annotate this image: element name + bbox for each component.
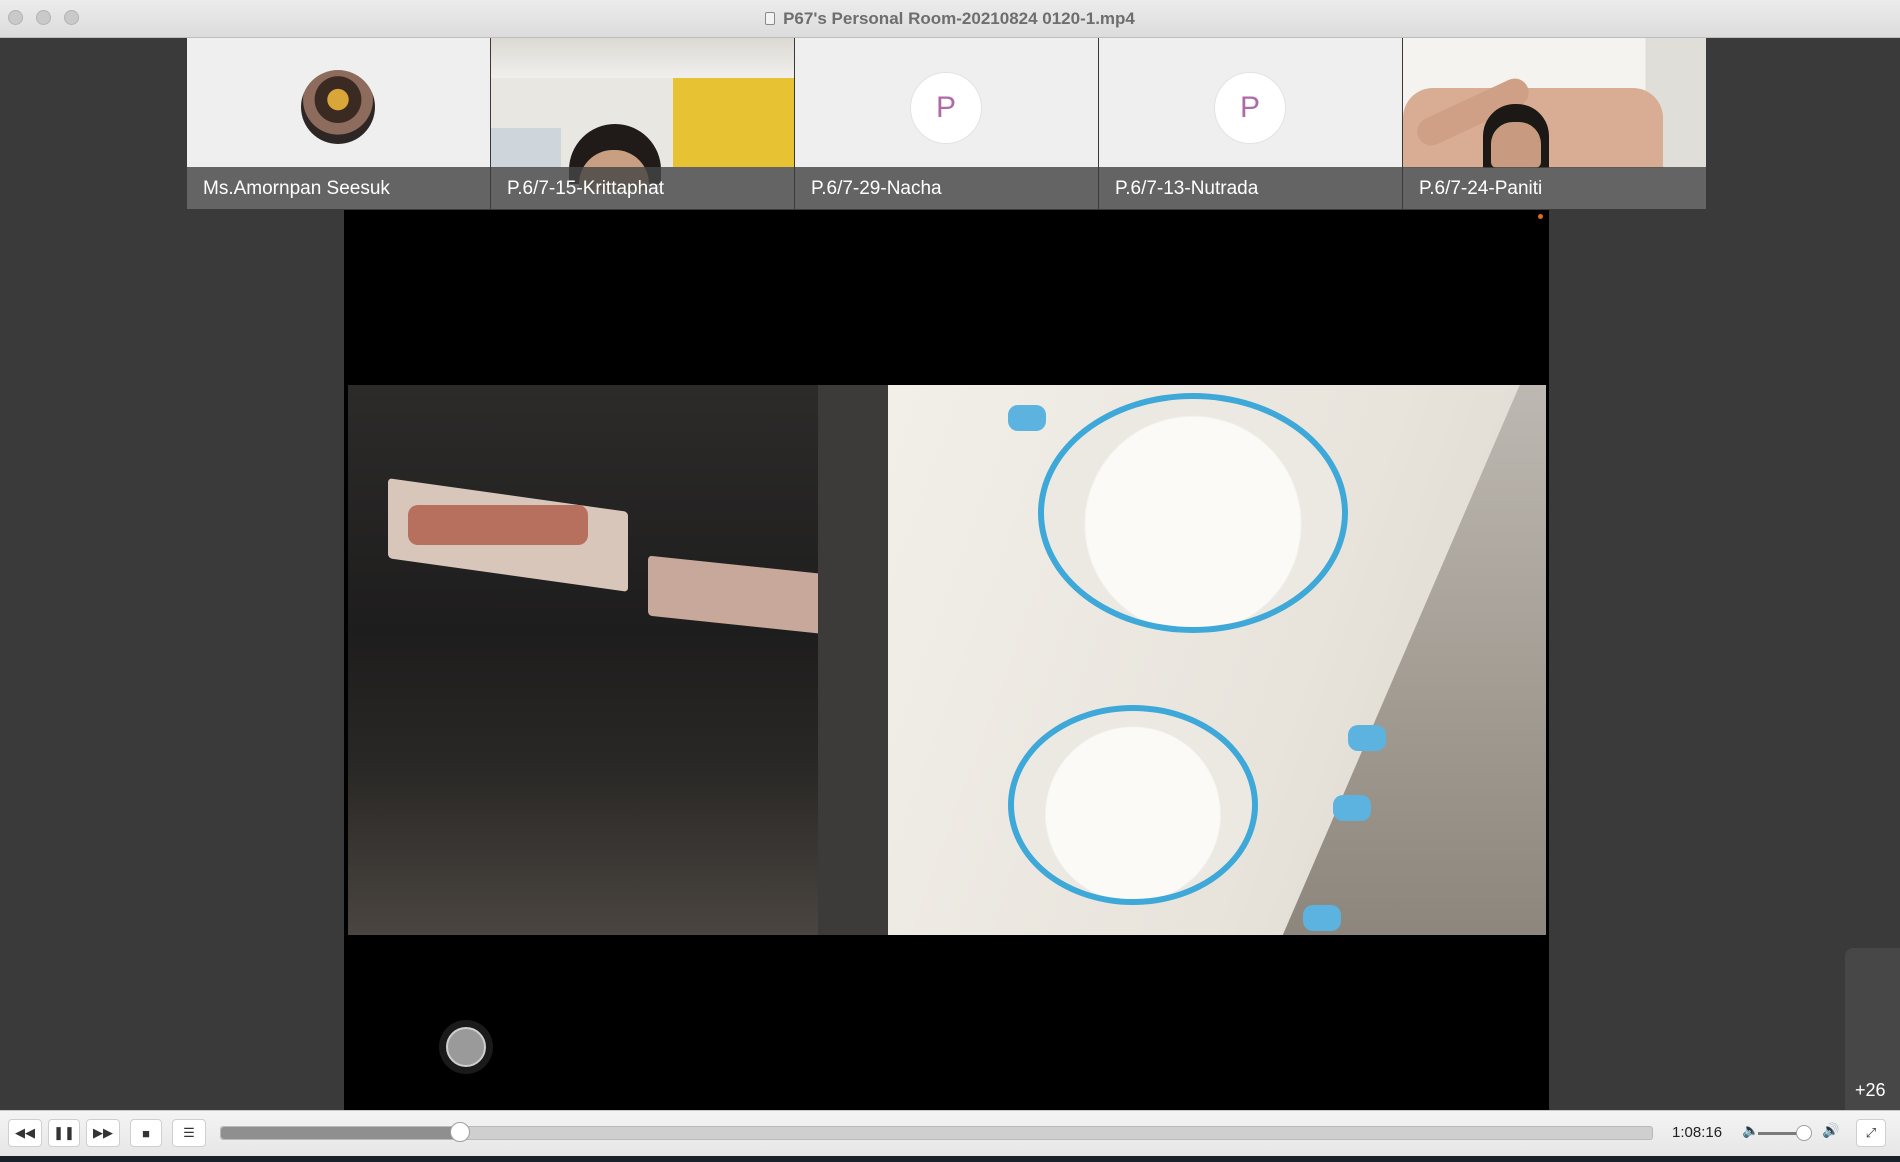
participant-video <box>491 38 794 190</box>
window-title-group: P67's Personal Room-20210824 0120-1.mp4 <box>0 0 1900 37</box>
participant-name: P.6/7-15-Krittaphat <box>507 178 665 199</box>
participant-initial-avatar: P <box>910 72 982 144</box>
participant-strip: Ms.Amornpan Seesuk P.6/7-15-Krittaphat P… <box>187 38 1706 209</box>
stop-icon: ■ <box>142 1125 150 1141</box>
more-participants-count[interactable]: +26 <box>1855 1080 1886 1101</box>
record-icon <box>446 1027 486 1067</box>
floating-record-button[interactable] <box>439 1020 493 1074</box>
seek-handle[interactable] <box>449 1122 470 1142</box>
volume-slider[interactable] <box>1758 1125 1812 1141</box>
desktop-dock-edge <box>0 1156 1900 1162</box>
window-titlebar: P67's Personal Room-20210824 0120-1.mp4 <box>0 0 1900 38</box>
power-dial-icon <box>1038 393 1348 633</box>
volume-handle[interactable] <box>1795 1125 1812 1141</box>
stop-button[interactable]: ■ <box>130 1119 162 1147</box>
shared-video-content <box>348 385 1546 935</box>
seek-bar[interactable] <box>220 1122 1653 1142</box>
volume-low-icon[interactable]: 🔈 <box>1742 1122 1759 1139</box>
volume-high-icon[interactable]: 🔊 <box>1822 1122 1839 1139</box>
fullscreen-button[interactable]: ⤢ <box>1856 1119 1886 1147</box>
participant-tile[interactable]: P.6/7-24-Paniti <box>1403 38 1706 209</box>
participant-video <box>1403 38 1706 168</box>
window-title: P67's Personal Room-20210824 0120-1.mp4 <box>783 8 1135 28</box>
player-controls: ◀◀ ❚❚ ▶▶ ■ ☰ 1:08:16 🔈 🔊 ⤢ <box>0 1110 1900 1157</box>
participant-name: P.6/7-24-Paniti <box>1419 178 1543 199</box>
pause-icon: ❚❚ <box>53 1125 75 1140</box>
fast-forward-icon: ▶▶ <box>93 1125 113 1140</box>
seek-progress <box>221 1127 460 1139</box>
participant-name: P.6/7-29-Nacha <box>811 178 942 199</box>
participant-name: P.6/7-13-Nutrada <box>1115 178 1259 199</box>
participant-avatar <box>301 70 375 144</box>
timer-dial-icon <box>1008 705 1258 905</box>
participant-tile[interactable]: Ms.Amornpan Seesuk <box>187 38 490 209</box>
playlist-button[interactable]: ☰ <box>172 1119 206 1147</box>
rewind-button[interactable]: ◀◀ <box>8 1119 42 1147</box>
rewind-icon: ◀◀ <box>15 1125 35 1140</box>
playback-time: 1:08:16 <box>1672 1124 1723 1141</box>
participant-initial-avatar: P <box>1214 72 1286 144</box>
shared-screen <box>344 210 1549 1110</box>
document-icon <box>765 12 776 25</box>
participant-tile[interactable]: P P.6/7-13-Nutrada <box>1099 38 1402 209</box>
participant-name: Ms.Amornpan Seesuk <box>203 178 390 199</box>
recording-indicator-icon <box>1538 214 1543 219</box>
fast-forward-button[interactable]: ▶▶ <box>86 1119 120 1147</box>
fullscreen-icon: ⤢ <box>1865 1125 1877 1140</box>
participant-tile[interactable]: P P.6/7-29-Nacha <box>795 38 1098 209</box>
playlist-icon: ☰ <box>183 1125 195 1140</box>
oven-interior-image <box>348 385 888 935</box>
pause-button[interactable]: ❚❚ <box>48 1119 80 1147</box>
participant-tile[interactable]: P.6/7-15-Krittaphat <box>491 38 794 209</box>
video-frame: Ms.Amornpan Seesuk P.6/7-15-Krittaphat P… <box>0 38 1900 1110</box>
